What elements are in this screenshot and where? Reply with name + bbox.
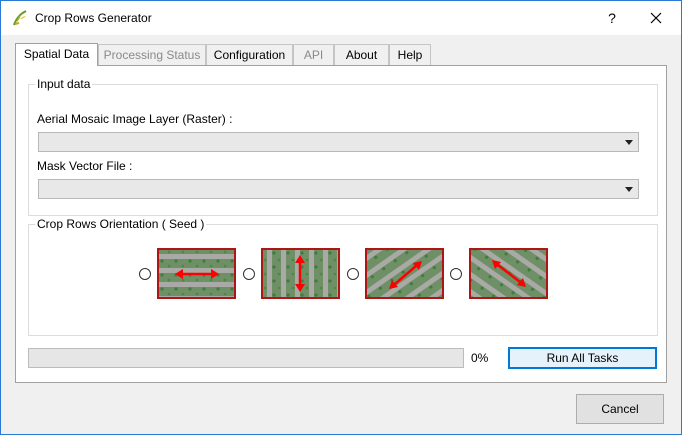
tab-configuration[interactable]: Configuration <box>206 44 293 65</box>
mask-vector-select[interactable] <box>38 179 639 199</box>
run-all-tasks-button[interactable]: Run All Tasks <box>508 347 657 369</box>
tab-panel-spatial-data: Input data Aerial Mosaic Image Layer (Ra… <box>15 65 667 383</box>
mask-vector-label: Mask Vector File : <box>37 159 133 173</box>
field-vertical-image <box>263 250 338 297</box>
field-diagonal-up-image <box>367 250 442 297</box>
progress-bar <box>28 348 464 368</box>
raster-layer-label: Aerial Mosaic Image Layer (Raster) : <box>37 112 233 126</box>
plant-app-icon <box>13 10 27 26</box>
tab-processing-status[interactable]: Processing Status <box>98 44 206 65</box>
input-data-group-title: Input data <box>35 77 93 91</box>
seed-image-vertical[interactable] <box>261 248 340 299</box>
cancel-button[interactable]: Cancel <box>576 394 664 424</box>
window-title: Crop Rows Generator <box>35 11 152 25</box>
title-bar[interactable]: Crop Rows Generator ? <box>1 1 681 35</box>
chevron-down-icon <box>625 187 633 192</box>
field-diagonal-down-image <box>471 250 546 297</box>
input-data-group: Input data Aerial Mosaic Image Layer (Ra… <box>28 77 658 216</box>
progress-percent: 0% <box>471 351 489 365</box>
raster-layer-select[interactable] <box>38 132 639 152</box>
seed-image-horizontal[interactable] <box>157 248 236 299</box>
tab-about[interactable]: About <box>334 44 389 65</box>
close-icon <box>650 12 662 24</box>
seed-image-diagonal-up[interactable] <box>365 248 444 299</box>
orientation-radio-diagonal-up[interactable] <box>347 268 359 280</box>
seed-image-diagonal-down[interactable] <box>469 248 548 299</box>
orientation-group-title: Crop Rows Orientation ( Seed ) <box>35 217 207 231</box>
dialog-window: Crop Rows Generator ? Spatial Data Proce… <box>0 0 682 435</box>
close-button[interactable] <box>641 5 671 31</box>
field-horizontal-image <box>159 250 234 297</box>
tab-api[interactable]: API <box>293 44 334 65</box>
orientation-radio-vertical[interactable] <box>243 268 255 280</box>
orientation-radio-horizontal[interactable] <box>139 268 151 280</box>
chevron-down-icon <box>625 140 633 145</box>
tab-help[interactable]: Help <box>389 44 431 65</box>
help-button[interactable]: ? <box>597 5 627 31</box>
tab-spatial-data[interactable]: Spatial Data <box>15 43 98 66</box>
orientation-radio-diagonal-down[interactable] <box>450 268 462 280</box>
orientation-group: Crop Rows Orientation ( Seed ) <box>28 217 658 336</box>
